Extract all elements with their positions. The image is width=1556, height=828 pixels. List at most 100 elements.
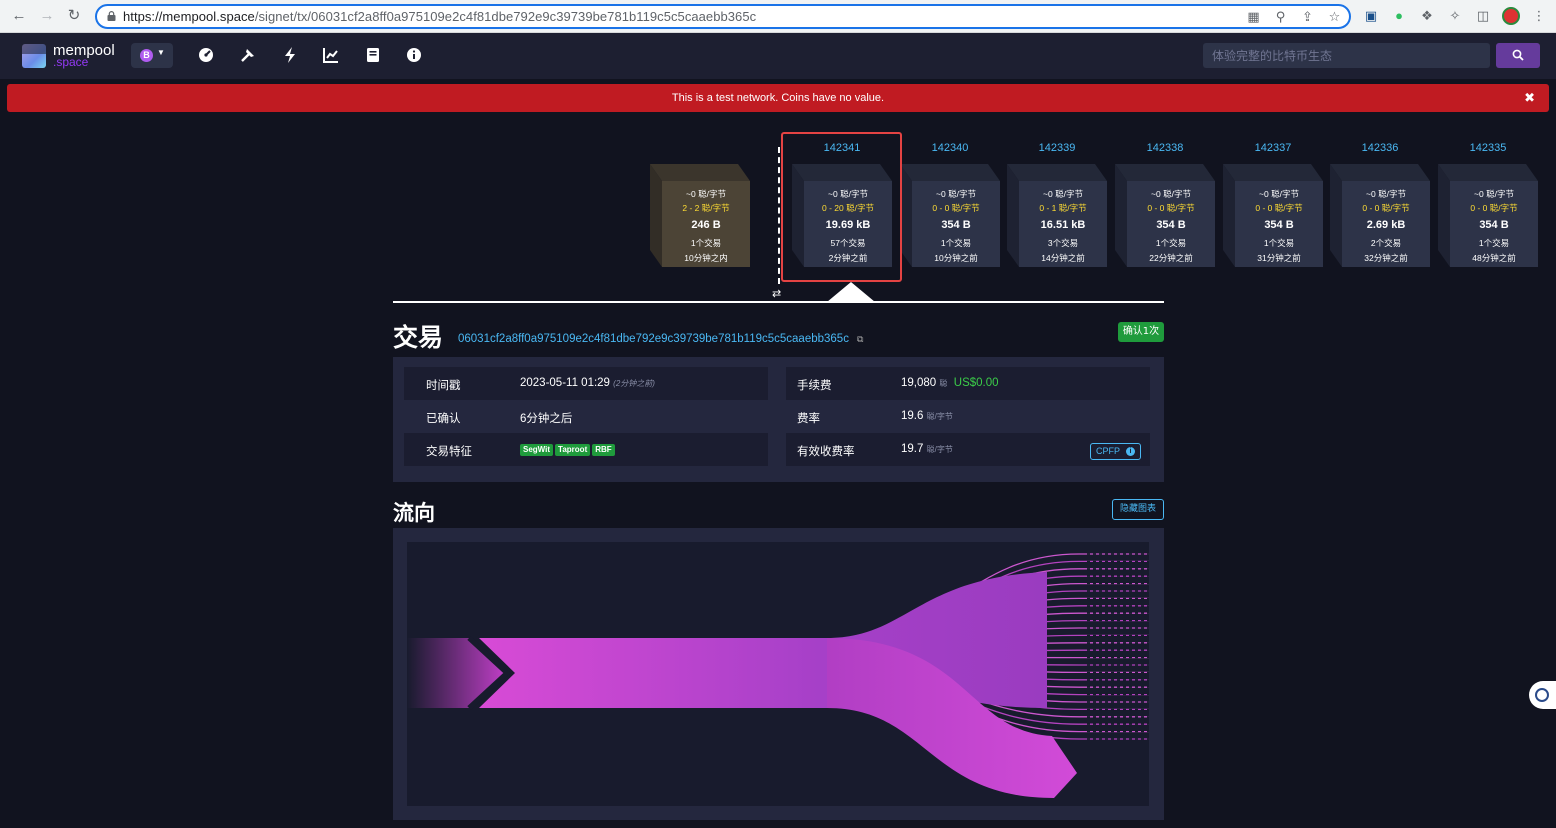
- block-time: 48分钟之前: [1472, 253, 1516, 263]
- feature-tag-rbf[interactable]: RBF: [592, 444, 615, 456]
- menu-kebab-icon[interactable]: ⋮: [1530, 7, 1548, 25]
- mined-block[interactable]: ~0 聪/字节 0 - 1 聪/字节 16.51 kB 3个交易 14分钟之前: [1007, 164, 1107, 267]
- mining-hammer-icon[interactable]: [239, 46, 257, 64]
- logo-subtext[interactable]: .space: [53, 55, 88, 69]
- block-tx-count: 1个交易: [1155, 238, 1187, 248]
- block-tx-count: 2个交易: [1370, 238, 1402, 248]
- feature-tag-segwit[interactable]: SegWit: [520, 444, 554, 456]
- mined-block[interactable]: ~0 聪/字节 0 - 0 聪/字节 354 B 1个交易 48分钟之前: [1438, 164, 1538, 267]
- hide-chart-button[interactable]: 隐藏图表: [1112, 499, 1164, 520]
- feerate-amount: 19.6: [901, 410, 924, 422]
- features-label: 交易特征: [426, 444, 472, 458]
- lightning-icon[interactable]: [281, 46, 299, 64]
- translate-icon[interactable]: ▦: [1245, 8, 1262, 25]
- side-panel-icon[interactable]: ◫: [1474, 7, 1492, 25]
- back-icon[interactable]: ←: [9, 6, 29, 26]
- close-icon[interactable]: ✖: [1524, 90, 1535, 106]
- block-median-fee: ~0 聪/字节: [1366, 189, 1406, 199]
- timestamp-label: 时间戳: [426, 378, 461, 392]
- block-height-link[interactable]: 142337: [1223, 142, 1323, 154]
- cpfp-label: CPFP: [1096, 446, 1121, 456]
- feerate-row: 费率 19.6 聪/字节: [786, 400, 1150, 433]
- block-time: 14分钟之前: [1041, 253, 1085, 263]
- feature-tag-taproot[interactable]: Taproot: [555, 444, 591, 456]
- block-median-fee: ~0 聪/字节: [1259, 189, 1299, 199]
- block-fee-range: 0 - 0 聪/字节: [1362, 203, 1410, 213]
- block-size: 354 B: [941, 219, 971, 231]
- block-height-link[interactable]: 142335: [1438, 142, 1538, 154]
- timestamp-relative: (2分钟之前): [613, 379, 655, 388]
- bookmark-star-icon[interactable]: ☆: [1326, 8, 1343, 25]
- mined-block[interactable]: ~0 聪/字节 0 - 0 聪/字节 354 B 1个交易 31分钟之前: [1223, 164, 1323, 267]
- features-row: 交易特征 SegWit Taproot RBF: [404, 433, 768, 466]
- dashboard-gauge-icon[interactable]: [197, 46, 215, 64]
- forward-icon[interactable]: →: [37, 6, 57, 26]
- bitcoin-icon: B: [140, 49, 153, 62]
- chat-icon: [1535, 688, 1549, 702]
- docs-book-icon[interactable]: [364, 46, 382, 64]
- mempool-logo-icon[interactable]: [22, 44, 46, 68]
- block-size: 354 B: [1156, 219, 1186, 231]
- block-median-fee: ~0 聪/字节: [1043, 189, 1083, 199]
- mined-block[interactable]: ~0 聪/字节 0 - 0 聪/字节 354 B 1个交易 22分钟之前: [1115, 164, 1215, 267]
- profile-avatar[interactable]: [1502, 7, 1520, 25]
- block-height-link[interactable]: 142340: [900, 142, 1000, 154]
- graphs-chart-icon[interactable]: [322, 46, 340, 64]
- flow-section-title: 流向: [393, 501, 435, 525]
- about-info-icon[interactable]: [405, 46, 423, 64]
- mempool-divider: [778, 147, 780, 284]
- url-path: /signet/tx/06031cf2a8ff0a975109e2c4f81db…: [254, 9, 757, 24]
- tx-flow-sankey[interactable]: [407, 542, 1149, 806]
- extension-download-icon[interactable]: ▣: [1362, 7, 1380, 25]
- search-button[interactable]: [1496, 43, 1540, 68]
- flow-diagram: [407, 542, 1149, 806]
- mempool-block[interactable]: ~0 聪/字节 2 - 2 聪/字节 246 B 1个交易 10分钟之内: [650, 164, 750, 267]
- block-fee-range: 0 - 1 聪/字节: [1039, 203, 1087, 213]
- reload-icon[interactable]: ↻: [64, 6, 84, 26]
- extension-bird-icon[interactable]: ❖: [1418, 7, 1436, 25]
- confirmed-value: 6分钟之后: [520, 413, 573, 425]
- block-time: 10分钟之前: [934, 253, 978, 263]
- block-time: 22分钟之前: [1149, 253, 1193, 263]
- effective-feerate-amount: 19.7: [901, 443, 924, 455]
- url-text: https://mempool.space/signet/tx/06031cf2…: [123, 9, 756, 24]
- share-icon[interactable]: ⇪: [1299, 8, 1316, 25]
- selected-block-highlight: [781, 132, 902, 282]
- effective-feerate-label: 有效收费率: [797, 444, 855, 458]
- txid-link[interactable]: 06031cf2a8ff0a975109e2c4f81dbe792e9c3973…: [458, 333, 849, 345]
- extension-evernote-icon[interactable]: ●: [1390, 7, 1408, 25]
- block-size: 2.69 kB: [1366, 219, 1406, 231]
- mined-block[interactable]: ~0 聪/字节 0 - 0 聪/字节 354 B 1个交易 10分钟之前: [900, 164, 1000, 267]
- block-median-fee: ~0 聪/字节: [1151, 189, 1191, 199]
- search-input[interactable]: [1203, 43, 1490, 68]
- lock-icon: [107, 11, 116, 21]
- block-height-link[interactable]: 142339: [1007, 142, 1107, 154]
- block-height-link[interactable]: 142336: [1330, 142, 1430, 154]
- swap-arrows-icon[interactable]: ⇄: [772, 287, 781, 300]
- search-icon: [1512, 49, 1524, 61]
- block-tx-count: 1个交易: [1263, 238, 1295, 248]
- fee-value: 19,080 聪 US$0.00: [901, 377, 999, 389]
- mined-block[interactable]: ~0 聪/字节 0 - 0 聪/字节 2.69 kB 2个交易 32分钟之前: [1330, 164, 1430, 267]
- block-size: 354 B: [1479, 219, 1509, 231]
- fee-row: 手续费 19,080 聪 US$0.00: [786, 367, 1150, 400]
- block-time: 31分钟之前: [1257, 253, 1301, 263]
- block-size: 354 B: [1264, 219, 1294, 231]
- copy-icon[interactable]: ⧉: [857, 334, 863, 345]
- block-tx-count: 3个交易: [1047, 238, 1079, 248]
- site-navbar: mempool .space B ▼: [0, 33, 1556, 79]
- block-time: 10分钟之内: [684, 253, 728, 263]
- address-bar[interactable]: https://mempool.space/signet/tx/06031cf2…: [95, 4, 1351, 29]
- block-size: 246 B: [691, 219, 721, 231]
- block-height-link[interactable]: 142338: [1115, 142, 1215, 154]
- chat-widget[interactable]: [1529, 681, 1556, 709]
- cpfp-button[interactable]: CPFP i: [1090, 443, 1141, 460]
- block-fee-range: 0 - 0 聪/字节: [1255, 203, 1303, 213]
- block-tx-count: 1个交易: [1478, 238, 1510, 248]
- extensions-puzzle-icon[interactable]: ✧: [1446, 7, 1464, 25]
- confirmed-label: 已确认: [426, 411, 461, 425]
- feerate-label: 费率: [797, 411, 820, 425]
- fee-label: 手续费: [797, 378, 832, 392]
- network-selector[interactable]: B ▼: [131, 43, 173, 68]
- zoom-icon[interactable]: ⚲: [1272, 8, 1289, 25]
